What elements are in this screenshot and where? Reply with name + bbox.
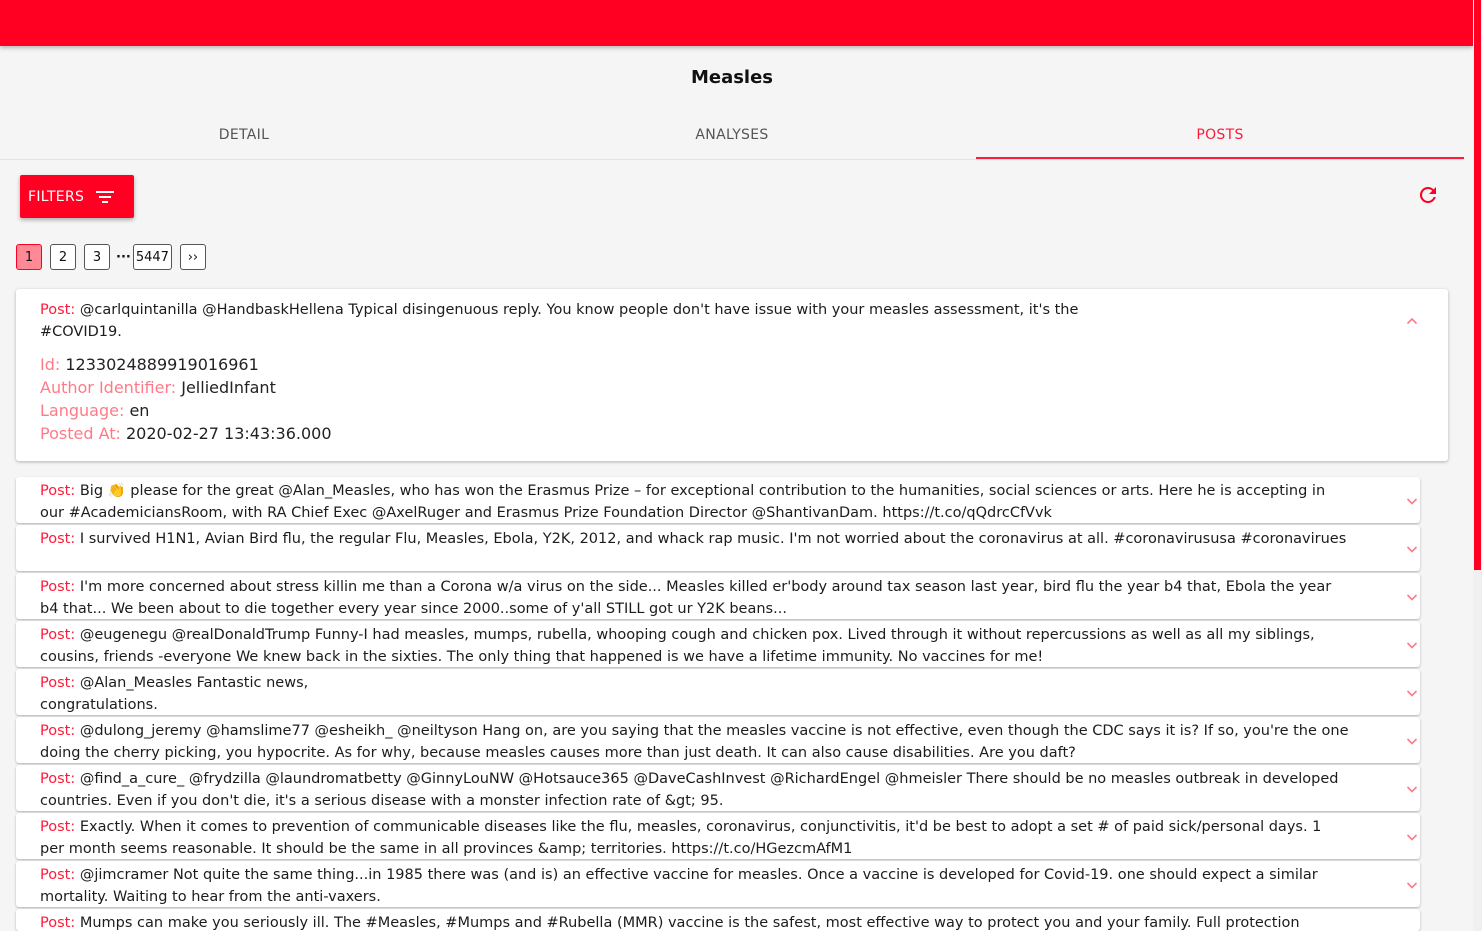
post-item[interactable]: Post: @find_a_cure_ @frydzilla @laundrom… bbox=[16, 765, 1420, 811]
filter-list-icon bbox=[96, 190, 116, 204]
post-content: @dulong_jeremy @hamslime77 @esheikh_ @ne… bbox=[40, 723, 1349, 761]
post-item[interactable]: Post: I'm more concerned about stress ki… bbox=[16, 573, 1420, 619]
id-label: Id: bbox=[40, 355, 60, 374]
next-pages-button[interactable]: ›› bbox=[180, 244, 206, 270]
post-label: Post: bbox=[40, 819, 75, 835]
tab-bar: DETAIL ANALYSES POSTS bbox=[0, 115, 1464, 160]
post-content: Exactly. When it comes to prevention of … bbox=[40, 819, 1321, 857]
post-text: Post: Exactly. When it comes to preventi… bbox=[40, 816, 1350, 860]
posted-at-value: 2020-02-27 13:43:36.000 bbox=[126, 424, 332, 443]
language-row: Language: en bbox=[40, 399, 332, 422]
post-text: Post: @dulong_jeremy @hamslime77 @esheik… bbox=[40, 720, 1350, 764]
language-label: Language: bbox=[40, 401, 124, 420]
post-text: Post: Mumps can make you seriously ill. … bbox=[40, 912, 1350, 931]
post-text: Post: @Alan_Measles Fantastic news, cong… bbox=[40, 672, 1350, 716]
post-content: @jimcramer Not quite the same thing...in… bbox=[40, 867, 1318, 905]
chevron-down-icon[interactable] bbox=[1404, 781, 1420, 797]
pagination-ellipsis: ··· bbox=[114, 244, 133, 270]
chevron-down-icon[interactable] bbox=[1404, 733, 1420, 749]
post-content: @Alan_Measles Fantastic news, congratula… bbox=[40, 675, 308, 713]
filters-button-label: FILTERS bbox=[28, 189, 84, 205]
post-label: Post: bbox=[40, 675, 75, 691]
post-text-line1: @carlquintanilla @HandbaskHellena Typica… bbox=[80, 302, 1079, 318]
post-text: Post: Big 👏 please for the great @Alan_M… bbox=[40, 480, 1350, 524]
post-text: Post: @eugenegu @realDonaldTrump Funny-I… bbox=[40, 624, 1350, 668]
posted-at-label: Posted At: bbox=[40, 424, 121, 443]
refresh-icon[interactable] bbox=[1416, 183, 1440, 207]
pagination: 1 2 3 ··· 5447 ›› bbox=[16, 244, 214, 270]
page-button-1[interactable]: 1 bbox=[16, 244, 42, 270]
page-title: Measles bbox=[0, 67, 1464, 88]
language-value: en bbox=[129, 401, 149, 420]
post-content: I survived H1N1, Avian Bird flu, the reg… bbox=[80, 531, 1346, 547]
post-content: @find_a_cure_ @frydzilla @laundromatbett… bbox=[40, 771, 1338, 809]
chevron-down-icon[interactable] bbox=[1404, 493, 1420, 509]
post-text: Post: I'm more concerned about stress ki… bbox=[40, 576, 1350, 620]
chevron-down-icon[interactable] bbox=[1404, 589, 1420, 605]
post-content: I'm more concerned about stress killin m… bbox=[40, 579, 1331, 617]
post-label: Post: bbox=[40, 302, 75, 318]
page-button-2[interactable]: 2 bbox=[50, 244, 76, 270]
post-text: Post: @jimcramer Not quite the same thin… bbox=[40, 864, 1350, 908]
post-label: Post: bbox=[40, 915, 75, 931]
chevron-down-icon[interactable] bbox=[1404, 829, 1420, 845]
filters-button[interactable]: FILTERS bbox=[20, 175, 134, 218]
chevron-down-icon[interactable] bbox=[1404, 685, 1420, 701]
post-item[interactable]: Post: @Alan_Measles Fantastic news, cong… bbox=[16, 669, 1420, 715]
post-item[interactable]: Post: @dulong_jeremy @hamslime77 @esheik… bbox=[16, 717, 1420, 763]
tab-posts[interactable]: POSTS bbox=[976, 115, 1464, 159]
tab-detail[interactable]: DETAIL bbox=[0, 115, 488, 159]
chevron-up-icon[interactable] bbox=[1404, 313, 1420, 329]
post-label: Post: bbox=[40, 867, 75, 883]
post-text: Post: @find_a_cure_ @frydzilla @laundrom… bbox=[40, 768, 1350, 812]
post-text: Post: @carlquintanilla @HandbaskHellena … bbox=[40, 299, 1350, 343]
top-app-bar bbox=[0, 0, 1473, 46]
post-label: Post: bbox=[40, 483, 75, 499]
author-value: JelliedInfant bbox=[181, 378, 276, 397]
post-details: Id: 1233024889919016961 Author Identifie… bbox=[40, 353, 332, 445]
post-item[interactable]: Post: @eugenegu @realDonaldTrump Funny-I… bbox=[16, 621, 1420, 667]
chevron-down-icon[interactable] bbox=[1404, 877, 1420, 893]
post-item[interactable]: Post: Big 👏 please for the great @Alan_M… bbox=[16, 477, 1420, 523]
post-id-row: Id: 1233024889919016961 bbox=[40, 353, 332, 376]
scrollbar[interactable] bbox=[1473, 0, 1482, 931]
post-content: Big 👏 please for the great @Alan_Measles… bbox=[40, 483, 1325, 521]
post-item[interactable]: Post: I survived H1N1, Avian Bird flu, t… bbox=[16, 525, 1420, 571]
tab-analyses[interactable]: ANALYSES bbox=[488, 115, 976, 159]
page-button-3[interactable]: 3 bbox=[84, 244, 110, 270]
expanded-post-card[interactable]: Post: @carlquintanilla @HandbaskHellena … bbox=[16, 289, 1448, 461]
post-item[interactable]: Post: Mumps can make you seriously ill. … bbox=[16, 909, 1420, 931]
post-label: Post: bbox=[40, 579, 75, 595]
post-label: Post: bbox=[40, 531, 75, 547]
post-label: Post: bbox=[40, 627, 75, 643]
post-content: @eugenegu @realDonaldTrump Funny-I had m… bbox=[40, 627, 1315, 665]
posted-at-row: Posted At: 2020-02-27 13:43:36.000 bbox=[40, 422, 332, 445]
chevron-down-icon[interactable] bbox=[1404, 541, 1420, 557]
post-id-value: 1233024889919016961 bbox=[65, 355, 258, 374]
post-item[interactable]: Post: Exactly. When it comes to preventi… bbox=[16, 813, 1420, 859]
post-text-line2: #COVID19. bbox=[40, 324, 122, 340]
author-label: Author Identifier: bbox=[40, 378, 176, 397]
post-text: Post: I survived H1N1, Avian Bird flu, t… bbox=[40, 528, 1350, 550]
post-content: Mumps can make you seriously ill. The #M… bbox=[80, 915, 1300, 931]
post-label: Post: bbox=[40, 771, 75, 787]
post-item[interactable]: Post: @jimcramer Not quite the same thin… bbox=[16, 861, 1420, 907]
chevron-down-icon[interactable] bbox=[1404, 637, 1420, 653]
page-button-last[interactable]: 5447 bbox=[133, 244, 172, 270]
author-row: Author Identifier: JelliedInfant bbox=[40, 376, 332, 399]
post-label: Post: bbox=[40, 723, 75, 739]
scrollbar-thumb[interactable] bbox=[1474, 0, 1481, 570]
